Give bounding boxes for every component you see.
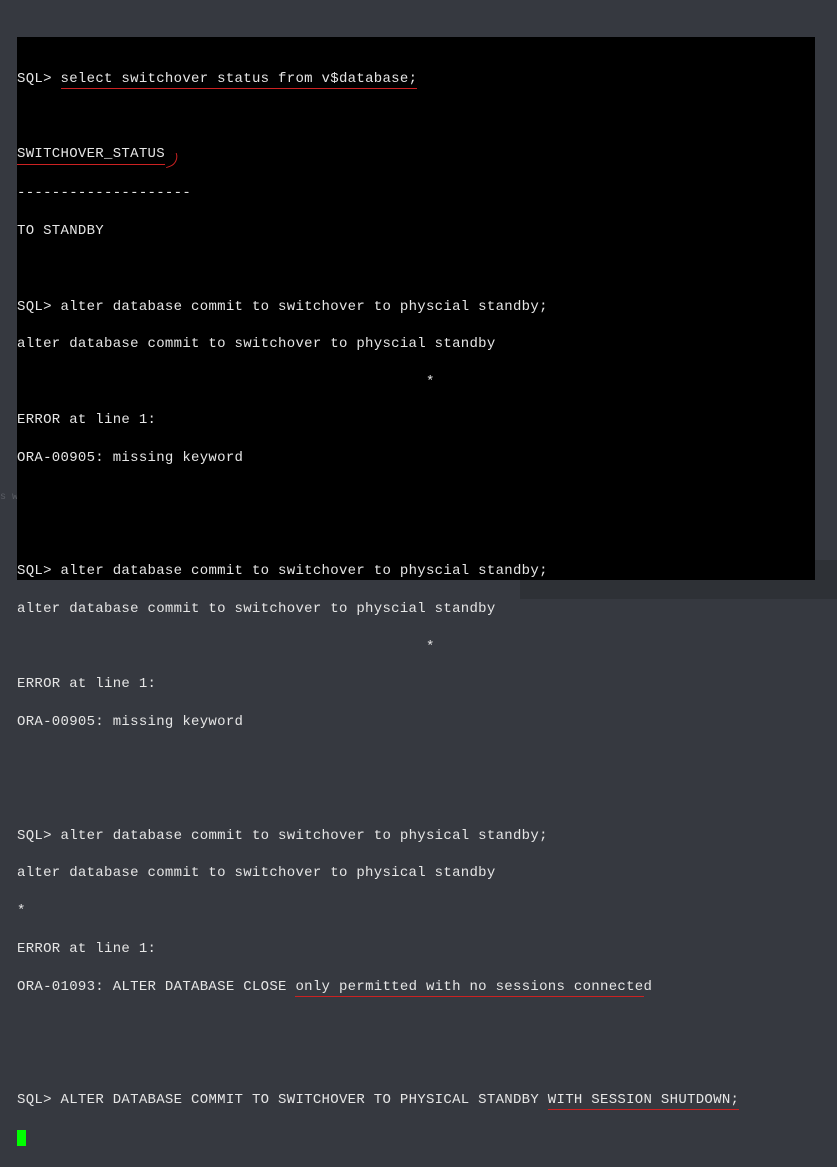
cmd-alter-physcial-1: alter database commit to switchover to p… [61, 299, 548, 315]
column-divider: -------------------- [17, 184, 815, 203]
error-ora-00905: ORA-00905: missing keyword [17, 449, 815, 468]
error-marker-left: * [17, 902, 815, 921]
sql-prompt: SQL> [17, 563, 52, 579]
error-line: ERROR at line 1: [17, 675, 815, 694]
terminal-window[interactable]: SQL> select switchover status from v$dat… [17, 37, 815, 580]
echo-line: alter database commit to switchover to p… [17, 335, 815, 354]
error-line: ERROR at line 1: [17, 411, 815, 430]
cmd-select-switchover: select switchover status from v$database… [61, 71, 418, 89]
cmd-with-session-shutdown: ALTER DATABASE COMMIT TO SWITCHOVER TO P… [61, 1092, 740, 1110]
error-marker: * [17, 373, 815, 392]
cmd-alter-physical: alter database commit to switchover to p… [61, 828, 548, 844]
echo-line: alter database commit to switchover to p… [17, 864, 815, 883]
terminal-output: SQL> select switchover status from v$dat… [17, 37, 815, 1167]
terminal-cursor [17, 1130, 26, 1146]
error-line: ERROR at line 1: [17, 940, 815, 959]
column-header: SWITCHOVER_STATUS [17, 145, 165, 165]
sql-prompt: SQL> [17, 828, 52, 844]
error-ora-00905: ORA-00905: missing keyword [17, 713, 815, 732]
cmd-alter-physcial-2: alter database commit to switchover to p… [61, 563, 548, 579]
error-ora-01093: ORA-01093: ALTER DATABASE CLOSE only per… [17, 978, 815, 997]
echo-line: alter database commit to switchover to p… [17, 600, 815, 619]
sql-prompt: SQL> [17, 299, 52, 315]
sql-prompt: SQL> [17, 71, 52, 87]
error-marker: * [17, 638, 815, 657]
sql-prompt: SQL> [17, 1092, 52, 1108]
watermark: s w [0, 492, 18, 503]
column-value: TO STANDBY [17, 222, 815, 241]
